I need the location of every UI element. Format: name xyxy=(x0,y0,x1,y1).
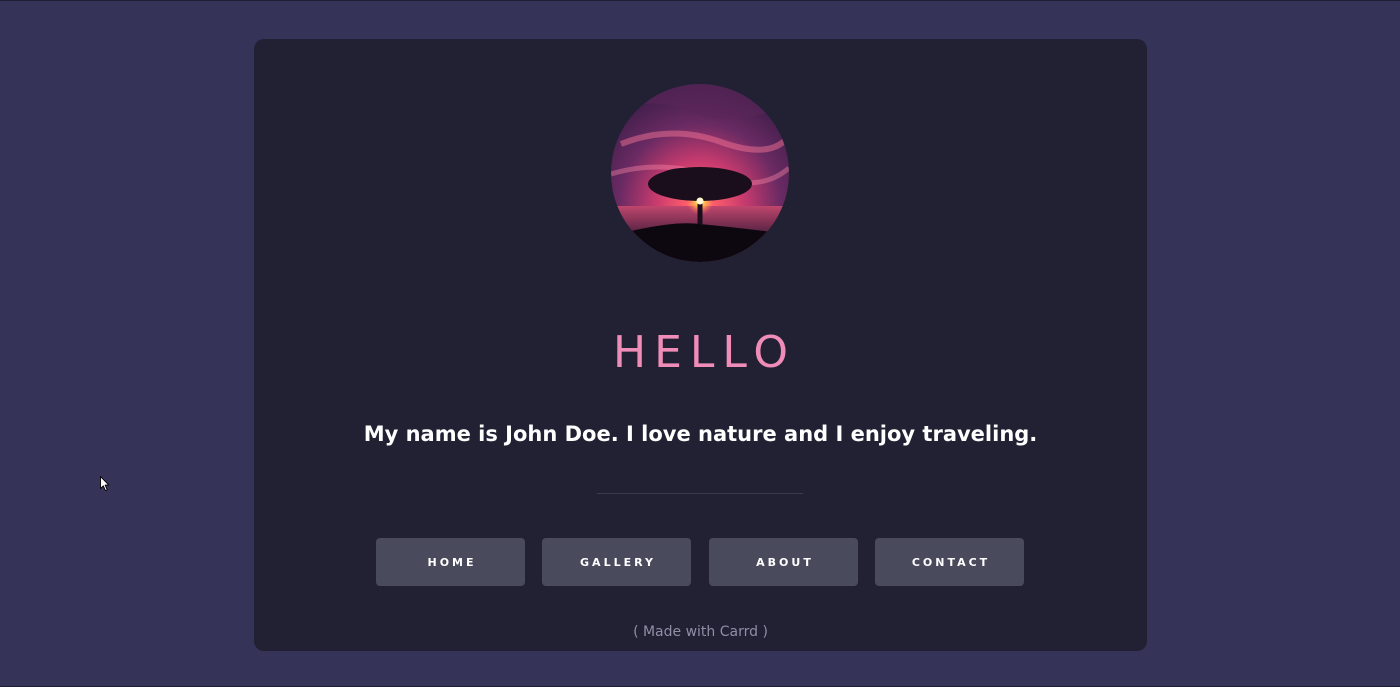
contact-button[interactable]: CONTACT xyxy=(875,538,1024,586)
nav-button-group: HOME GALLERY ABOUT CONTACT xyxy=(376,538,1026,586)
divider xyxy=(597,493,803,494)
page-title: HELLO xyxy=(613,327,796,378)
profile-card: HELLO My name is John Doe. I love nature… xyxy=(254,39,1147,651)
bio-text: My name is John Doe. I love nature and I… xyxy=(363,422,1038,446)
mouse-pointer-icon xyxy=(100,476,110,492)
sunset-tree-image xyxy=(611,84,789,262)
about-button[interactable]: ABOUT xyxy=(709,538,858,586)
home-button[interactable]: HOME xyxy=(376,538,525,586)
made-with-carrd-credit[interactable]: ( Made with Carrd ) xyxy=(254,624,1147,641)
page-background: HELLO My name is John Doe. I love nature… xyxy=(0,0,1400,687)
profile-avatar xyxy=(611,84,789,262)
gallery-button[interactable]: GALLERY xyxy=(542,538,691,586)
